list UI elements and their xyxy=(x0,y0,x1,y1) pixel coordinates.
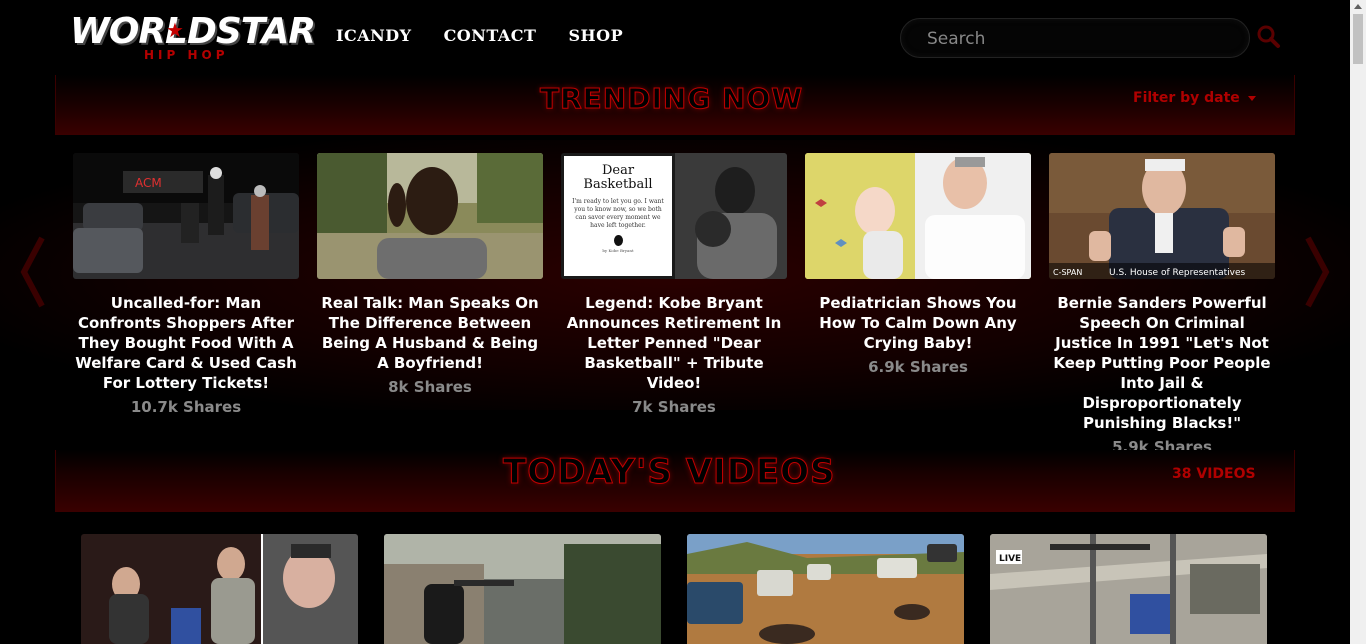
trending-card[interactable]: C-SPAN U.S. House of Representatives Ber… xyxy=(1049,153,1275,456)
logo-subtitle: HIP HOP xyxy=(144,48,229,62)
trending-card[interactable]: ACM Uncalled-for: Man Confronts Shoppers… xyxy=(73,153,299,416)
carousel-next-button[interactable] xyxy=(1302,232,1332,312)
todays-videos-grid: LIVE xyxy=(0,534,1350,644)
card-title[interactable]: Pediatrician Shows You How To Calm Down … xyxy=(805,293,1031,353)
nav-shop[interactable]: SHOP xyxy=(568,26,623,45)
scroll-up-arrow-icon[interactable] xyxy=(1354,4,1362,9)
main-nav: ICANDY CONTACT SHOP xyxy=(336,26,655,45)
video-thumbnail[interactable] xyxy=(317,153,543,279)
trending-title: TRENDING NOW xyxy=(539,82,804,116)
site-logo[interactable]: WORLDSTAR ★ HIP HOP xyxy=(70,12,316,63)
trending-card[interactable]: Dear Basketball I'm ready to let you go.… xyxy=(561,153,787,416)
video-thumbnail[interactable] xyxy=(81,534,358,644)
video-thumbnail[interactable]: ACM xyxy=(73,153,299,279)
card-title[interactable]: Real Talk: Man Speaks On The Difference … xyxy=(317,293,543,373)
search-button[interactable] xyxy=(1256,24,1282,50)
card-title[interactable]: Bernie Sanders Powerful Speech On Crimin… xyxy=(1049,293,1275,433)
video-thumbnail[interactable] xyxy=(805,153,1031,279)
share-count: 8k Shares xyxy=(388,378,472,396)
nav-icandy[interactable]: ICANDY xyxy=(336,26,412,45)
share-count: 7k Shares xyxy=(632,398,716,416)
search-box xyxy=(900,18,1250,58)
todays-videos-title: TODAY'S VIDEOS xyxy=(503,452,836,493)
scroll-thumb[interactable] xyxy=(1353,14,1363,64)
filter-by-date-dropdown[interactable]: Filter by date xyxy=(1133,90,1256,106)
video-thumbnail[interactable] xyxy=(687,534,964,644)
cspan-label: C-SPAN xyxy=(1053,268,1082,277)
site-header: WORLDSTAR ★ HIP HOP ICANDY CONTACT SHOP xyxy=(0,0,1350,75)
logo-wordmark: WORLDSTAR xyxy=(70,11,316,52)
card-title[interactable]: Legend: Kobe Bryant Announces Retirement… xyxy=(561,293,787,393)
video-thumbnail[interactable] xyxy=(384,534,661,644)
card-title[interactable]: Uncalled-for: Man Confronts Shoppers Aft… xyxy=(73,293,299,393)
house-caption: U.S. House of Representatives xyxy=(1109,268,1245,278)
chevron-right-icon xyxy=(1305,236,1330,308)
letter-body: I'm ready to let you go. I want you to k… xyxy=(572,198,664,229)
letter-image: Dear Basketball I'm ready to let you go.… xyxy=(564,156,672,276)
letter-signature: by Kobe Bryant xyxy=(602,248,634,253)
share-count: 6.9k Shares xyxy=(868,358,968,376)
page-scrollbar[interactable] xyxy=(1350,0,1366,644)
nav-contact[interactable]: CONTACT xyxy=(444,26,537,45)
star-icon: ★ xyxy=(166,18,184,42)
search-icon xyxy=(1257,25,1280,48)
letter-mark xyxy=(613,235,623,246)
video-thumbnail[interactable]: C-SPAN U.S. House of Representatives xyxy=(1049,153,1275,279)
video-count-link[interactable]: 38 VIDEOS xyxy=(1172,466,1256,482)
caret-down-icon xyxy=(1247,95,1256,101)
live-badge: LIVE xyxy=(999,554,1021,564)
video-thumbnail[interactable]: LIVE xyxy=(990,534,1267,644)
trending-card[interactable]: Real Talk: Man Speaks On The Difference … xyxy=(317,153,543,396)
filter-label: Filter by date xyxy=(1133,90,1240,106)
share-count: 10.7k Shares xyxy=(130,398,242,416)
letter-heading: Dear Basketball xyxy=(583,163,653,192)
carousel-prev-button[interactable] xyxy=(18,232,48,312)
chevron-left-icon xyxy=(20,236,45,308)
search-input[interactable] xyxy=(927,27,1227,51)
video-thumbnail[interactable]: Dear Basketball I'm ready to let you go.… xyxy=(561,153,787,279)
trending-card[interactable]: Pediatrician Shows You How To Calm Down … xyxy=(805,153,1031,376)
svg-text:ACM: ACM xyxy=(135,176,162,190)
